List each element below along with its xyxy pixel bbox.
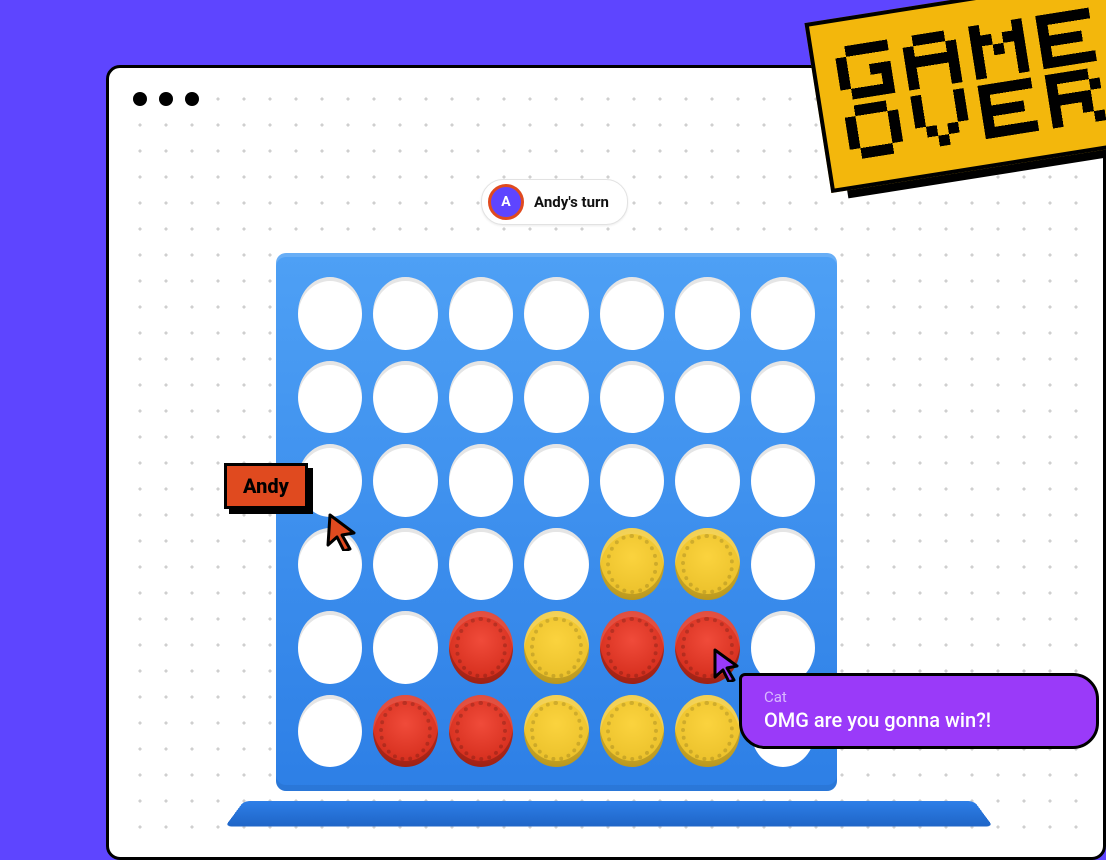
cursor-cat-icon [711,648,741,686]
board-cell[interactable] [449,528,513,601]
board-cell[interactable] [373,361,437,434]
pixel-letter-R [1045,67,1106,129]
board-cell[interactable] [524,611,588,684]
board-cell[interactable] [524,361,588,434]
board-cell[interactable] [298,277,362,350]
board-cell[interactable] [373,277,437,350]
yellow-coin [600,695,664,768]
yellow-coin [524,695,588,768]
board-cell[interactable] [751,444,815,517]
board-cell[interactable] [751,277,815,350]
board-cell[interactable] [373,444,437,517]
pixel-letter-V [910,88,972,150]
window-dot[interactable] [159,92,173,106]
board-cell[interactable] [449,695,513,768]
board-base [225,801,993,826]
cursor-andy-icon [324,513,358,555]
pixel-letter-O [843,99,905,161]
board-cell[interactable] [675,695,739,768]
app-window: A Andy's turn Andy Cat OMG are you gonna… [106,65,1106,860]
red-coin [373,695,437,768]
board-cell[interactable] [298,611,362,684]
player-label-text: Andy [224,463,308,509]
turn-indicator: A Andy's turn [481,179,628,225]
board-cell[interactable] [298,695,362,768]
turn-text: Andy's turn [534,193,609,211]
yellow-coin [524,611,588,684]
board-cell[interactable] [449,361,513,434]
red-coin [449,611,513,684]
board-cell[interactable] [675,444,739,517]
board-cell[interactable] [600,361,664,434]
player-avatar: A [488,184,524,220]
board-cell[interactable] [449,611,513,684]
board-cell[interactable] [675,528,739,601]
board-cell[interactable] [373,611,437,684]
board-cell[interactable] [600,444,664,517]
pixel-letter-A [901,29,963,91]
board-cell[interactable] [524,444,588,517]
chat-sender: Cat [764,688,1074,706]
player-label-andy: Andy [224,463,308,509]
board-cell[interactable] [524,277,588,350]
game-over-banner [804,0,1106,193]
board-cell[interactable] [675,361,739,434]
board-cell[interactable] [373,695,437,768]
board-cell[interactable] [298,361,362,434]
board-cell[interactable] [449,277,513,350]
pixel-letter-M [968,18,1030,80]
board-cell[interactable] [751,361,815,434]
connect4-board-wrap [244,253,974,860]
pixel-letter-G [834,39,896,101]
board-cell[interactable] [449,444,513,517]
window-dot[interactable] [185,92,199,106]
window-traffic-lights [133,92,199,106]
pixel-letter-E [977,77,1039,139]
yellow-coin [675,695,739,768]
yellow-coin [675,528,739,601]
board-cell[interactable] [600,528,664,601]
yellow-coin [600,528,664,601]
red-coin [449,695,513,768]
board-cell[interactable] [751,528,815,601]
chat-message: OMG are you gonna win?! [764,708,1074,732]
board-cell[interactable] [600,277,664,350]
window-dot[interactable] [133,92,147,106]
board-cell[interactable] [600,611,664,684]
board-cell[interactable] [524,528,588,601]
pixel-letter-E [1035,8,1097,70]
board-cell[interactable] [524,695,588,768]
board-cell[interactable] [675,277,739,350]
stage: A Andy's turn Andy Cat OMG are you gonna… [0,0,1106,860]
chat-bubble-cat: Cat OMG are you gonna win?! [739,673,1099,749]
red-coin [600,611,664,684]
board-cell[interactable] [600,695,664,768]
board-cell[interactable] [373,528,437,601]
